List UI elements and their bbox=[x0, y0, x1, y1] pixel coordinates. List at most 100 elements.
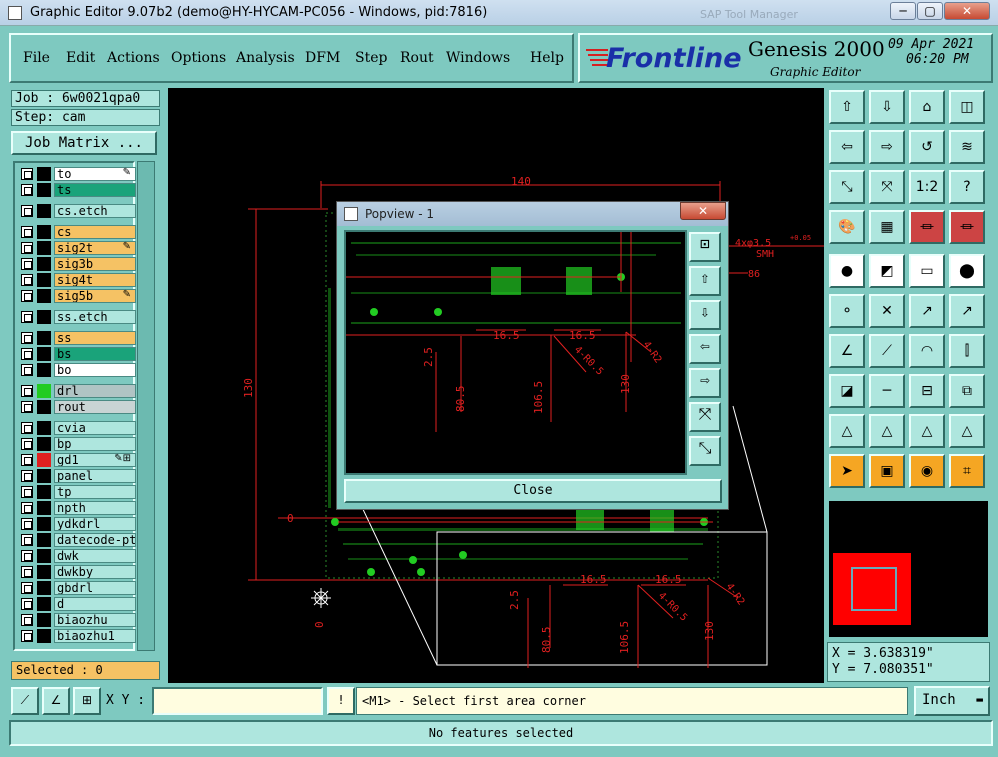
layer-color-swatch[interactable] bbox=[37, 310, 51, 324]
layer-color-swatch[interactable] bbox=[37, 549, 51, 563]
layer-row[interactable]: d bbox=[19, 597, 136, 611]
layer-name[interactable]: bo bbox=[54, 363, 136, 377]
grid-icon[interactable]: ▦ bbox=[869, 210, 905, 244]
layer-name[interactable]: gbdrl bbox=[54, 581, 136, 595]
select-circle-icon[interactable]: ◉ bbox=[909, 454, 945, 488]
layer-color-swatch[interactable] bbox=[37, 437, 51, 451]
layer-row[interactable]: to ✎ bbox=[19, 167, 136, 181]
layer-checkbox[interactable] bbox=[21, 518, 33, 530]
layer-checkbox[interactable] bbox=[21, 582, 33, 594]
layer-checkbox[interactable] bbox=[21, 348, 33, 360]
slope-icon[interactable]: ⟋ bbox=[869, 334, 905, 368]
window-titlebar[interactable]: Graphic Editor 9.07b2 (demo@HY-HYCAM-PC0… bbox=[0, 0, 998, 26]
layer-row[interactable]: datecode-pto bbox=[19, 533, 136, 547]
close-button[interactable]: ✕ bbox=[944, 2, 990, 20]
layer-color-swatch[interactable] bbox=[37, 257, 51, 271]
job-matrix-button[interactable]: Job Matrix ... bbox=[11, 131, 157, 155]
popview-close-button[interactable]: Close bbox=[344, 479, 722, 503]
snap-pad-icon[interactable]: ◪ bbox=[829, 374, 865, 408]
grid-snap-icon[interactable]: ⊞ bbox=[73, 687, 101, 715]
layer-checkbox[interactable] bbox=[21, 258, 33, 270]
layer-name[interactable]: rout bbox=[54, 400, 136, 414]
cross-icon[interactable]: ✕ bbox=[869, 294, 905, 328]
layer-row[interactable]: sig4t bbox=[19, 273, 136, 287]
redraw-icon[interactable]: ≋ bbox=[949, 130, 985, 164]
select-box-icon[interactable]: ▣ bbox=[869, 454, 905, 488]
layer-name[interactable]: ydkdrl bbox=[54, 517, 136, 531]
layer-color-swatch[interactable] bbox=[37, 597, 51, 611]
menu-rout[interactable]: Rout bbox=[400, 50, 434, 66]
menu-step[interactable]: Step bbox=[355, 50, 387, 66]
layer-checkbox[interactable] bbox=[21, 332, 33, 344]
layer-name[interactable]: sig4t bbox=[54, 273, 136, 287]
popview-pan-right-icon[interactable]: ⇨ bbox=[689, 368, 721, 398]
layer-color-swatch[interactable] bbox=[37, 225, 51, 239]
layer-checkbox[interactable] bbox=[21, 311, 33, 323]
layer-checkbox[interactable] bbox=[21, 454, 33, 466]
measure-tri-icon[interactable]: △ bbox=[829, 414, 865, 448]
angle-icon[interactable]: ∠ bbox=[829, 334, 865, 368]
warning-icon[interactable]: ! bbox=[327, 687, 355, 715]
layer-row[interactable]: dwk bbox=[19, 549, 136, 563]
layer-name[interactable]: d bbox=[54, 597, 136, 611]
line-add-icon[interactable]: ◩ bbox=[869, 254, 905, 288]
layer-checkbox[interactable] bbox=[21, 274, 33, 286]
menu-windows[interactable]: Windows bbox=[446, 50, 510, 66]
zoom-in-icon[interactable]: ⤧ bbox=[869, 170, 905, 204]
layer-checkbox[interactable] bbox=[21, 364, 33, 376]
measure-tri3-icon[interactable]: △ bbox=[909, 414, 945, 448]
layer-color-swatch[interactable] bbox=[37, 363, 51, 377]
layer-checkbox[interactable] bbox=[21, 401, 33, 413]
menu-file[interactable]: File bbox=[23, 50, 50, 66]
menu-help[interactable]: Help bbox=[530, 50, 564, 66]
layer-name[interactable]: ts bbox=[54, 183, 136, 197]
arc-icon[interactable]: ◠ bbox=[909, 334, 945, 368]
layer-row[interactable]: biaozhu1 bbox=[19, 629, 136, 643]
layer-color-swatch[interactable] bbox=[37, 273, 51, 287]
layer-name[interactable]: tp bbox=[54, 485, 136, 499]
layer-row[interactable]: ydkdrl bbox=[19, 517, 136, 531]
layer-name[interactable]: cs bbox=[54, 225, 136, 239]
pan-up-icon[interactable]: ⇧ bbox=[829, 90, 865, 124]
home-icon[interactable]: ⌂ bbox=[909, 90, 945, 124]
layer-name[interactable]: biaozhu bbox=[54, 613, 136, 627]
layer-name[interactable]: bp bbox=[54, 437, 136, 451]
layer-row[interactable]: ts bbox=[19, 183, 136, 197]
pad-add-icon[interactable]: ● bbox=[829, 254, 865, 288]
layer-checkbox[interactable] bbox=[21, 242, 33, 254]
pan-down-icon[interactable]: ⇩ bbox=[869, 90, 905, 124]
layer-checkbox[interactable] bbox=[21, 470, 33, 482]
layer-row[interactable]: bo bbox=[19, 363, 136, 377]
layer-color-swatch[interactable] bbox=[37, 289, 51, 303]
layer-name[interactable]: sig3b bbox=[54, 257, 136, 271]
layer-name[interactable]: drl bbox=[54, 384, 136, 398]
popview-canvas[interactable]: 16.5 16.5 2.5 80.5 106.5 130 4-R0.5 4-R2 bbox=[344, 230, 687, 475]
layer-row[interactable]: sig2t ✎ bbox=[19, 241, 136, 255]
layer-row[interactable]: gbdrl bbox=[19, 581, 136, 595]
popview-pan-down-icon[interactable]: ⇩ bbox=[689, 300, 721, 330]
layer-name[interactable]: panel bbox=[54, 469, 136, 483]
ruler-icon[interactable]: ▭ bbox=[909, 254, 945, 288]
layer-row[interactable]: bp bbox=[19, 437, 136, 451]
layer-row[interactable]: biaozhu bbox=[19, 613, 136, 627]
layer-color-swatch[interactable] bbox=[37, 469, 51, 483]
layer-color-swatch[interactable] bbox=[37, 613, 51, 627]
layer-name[interactable]: datecode-pto bbox=[54, 533, 136, 547]
xy-input[interactable] bbox=[152, 687, 323, 715]
minimize-button[interactable]: ─ bbox=[890, 2, 916, 20]
menu-analysis[interactable]: Analysis bbox=[236, 50, 295, 66]
measure-tri4-icon[interactable]: △ bbox=[949, 414, 985, 448]
layer-name[interactable]: cs.etch bbox=[54, 204, 136, 218]
layer-color-swatch[interactable] bbox=[37, 204, 51, 218]
layer-checkbox[interactable] bbox=[21, 534, 33, 546]
layer-row[interactable]: sig3b bbox=[19, 257, 136, 271]
maximize-button[interactable]: ▢ bbox=[917, 2, 943, 20]
layer-name[interactable]: cvia bbox=[54, 421, 136, 435]
layer-color-swatch[interactable] bbox=[37, 167, 51, 181]
layer-checkbox[interactable] bbox=[21, 385, 33, 397]
units-select[interactable]: Inch ▬ bbox=[914, 686, 990, 716]
layer-checkbox[interactable] bbox=[21, 226, 33, 238]
overview-panel[interactable] bbox=[827, 499, 990, 639]
select-net-icon[interactable]: ⌗ bbox=[949, 454, 985, 488]
layer-color-swatch[interactable] bbox=[37, 453, 51, 467]
